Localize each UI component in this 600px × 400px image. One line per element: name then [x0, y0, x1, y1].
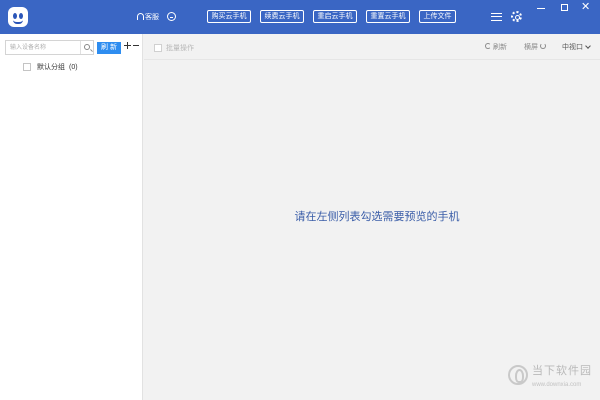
batch-checkbox[interactable] [154, 44, 162, 52]
group-row-default[interactable]: 默认分组 (0) [0, 60, 142, 75]
reset-cloud-phone-button[interactable]: 重置云手机 [366, 10, 410, 23]
minimize-button[interactable] [537, 8, 545, 9]
search-icon[interactable] [84, 44, 90, 50]
main-panel: 批量操作 刷新 横屏 中视口 请在左侧列表勾选需要预览的手机 [144, 34, 600, 400]
chevron-down-icon[interactable] [585, 43, 591, 49]
menu-icon[interactable] [491, 12, 502, 22]
minus-icon[interactable] [133, 45, 139, 46]
title-bar: 客服 购买云手机 续费云手机 重启云手机 重置云手机 上传文件 ✕ [0, 0, 600, 34]
group-label: 默认分组 [37, 64, 65, 71]
plus-icon[interactable] [124, 42, 132, 50]
group-count: (0) [69, 64, 78, 71]
buy-cloud-phone-button[interactable]: 购买云手机 [207, 10, 251, 23]
headset-icon[interactable] [137, 13, 144, 20]
empty-preview-hint: 请在左侧列表勾选需要预览的手机 [294, 211, 460, 223]
restart-cloud-phone-button[interactable]: 重启云手机 [313, 10, 357, 23]
search-box [5, 40, 94, 55]
toolbar-rotate-button[interactable]: 横屏 [524, 43, 538, 52]
rotate-icon[interactable] [540, 43, 546, 49]
toolbar-refresh-button[interactable]: 刷新 [493, 43, 507, 52]
app-logo-icon [8, 7, 28, 27]
sidebar: 刷 新 默认分组 (0) [0, 34, 143, 400]
upload-file-button[interactable]: 上传文件 [419, 10, 456, 23]
group-checkbox[interactable] [23, 63, 31, 71]
renew-cloud-phone-button[interactable]: 续费云手机 [260, 10, 304, 23]
watermark-logo-icon [508, 365, 528, 385]
watermark-title: 当下软件园 [532, 365, 592, 377]
view-size-dropdown[interactable]: 中视口 [562, 43, 583, 52]
main-toolbar: 批量操作 刷新 横屏 中视口 [144, 34, 600, 60]
batch-operation-label[interactable]: 批量操作 [166, 44, 194, 53]
face-icon[interactable] [167, 12, 176, 21]
watermark-url: www.downxia.com [532, 382, 582, 388]
gear-icon[interactable] [511, 11, 522, 22]
refresh-button[interactable]: 刷 新 [97, 42, 121, 54]
refresh-icon[interactable] [485, 43, 491, 49]
customer-service-link[interactable]: 客服 [145, 13, 159, 22]
close-button[interactable]: ✕ [581, 1, 590, 13]
search-input[interactable] [6, 41, 80, 54]
search-divider [80, 41, 81, 54]
maximize-button[interactable] [561, 4, 568, 11]
